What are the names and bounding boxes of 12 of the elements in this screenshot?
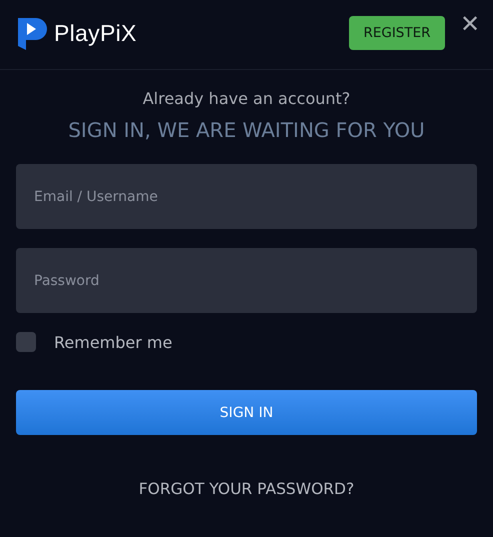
remember-checkbox[interactable]: [16, 332, 36, 352]
register-button[interactable]: REGISTER: [349, 16, 445, 50]
close-button[interactable]: ✕: [457, 12, 483, 36]
logo-text: PlayPiX: [54, 20, 137, 46]
account-question: Already have an account?: [142, 89, 352, 108]
remember-label: Remember me: [54, 332, 172, 352]
password-field[interactable]: Password: [16, 248, 477, 313]
sign-in-heading: SIGN IN, WE ARE WAITING FOR YOU: [67, 118, 426, 142]
forgot-password-link[interactable]: FORGOT YOUR PASSWORD?: [138, 480, 354, 498]
logo-icon: [16, 16, 48, 50]
email-field[interactable]: Email / Username: [16, 164, 477, 229]
sign-in-button[interactable]: SIGN IN: [16, 390, 477, 435]
